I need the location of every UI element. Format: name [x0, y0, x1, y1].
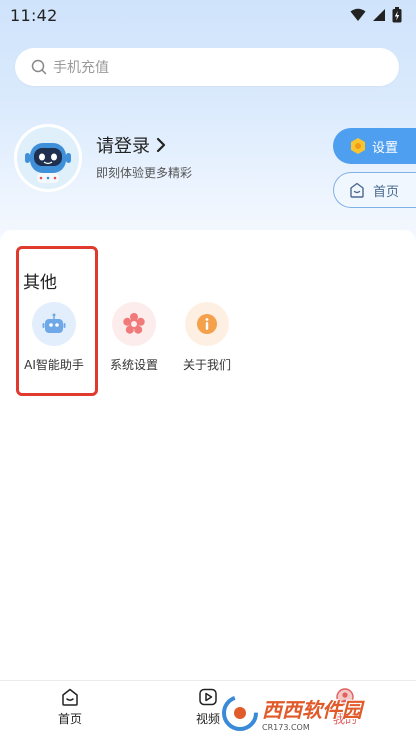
home-button[interactable]: 首页	[333, 172, 416, 208]
home-icon	[350, 182, 364, 198]
system-settings-item[interactable]: 系统设置	[94, 302, 174, 378]
status-bar: 11:42	[0, 0, 416, 30]
watermark-url: CR173.COM	[262, 723, 310, 732]
search-placeholder: 手机充值	[53, 60, 109, 76]
nav-item-home[interactable]: 首页	[35, 687, 105, 727]
settings-button[interactable]: 设置	[333, 128, 416, 164]
search-icon	[31, 59, 47, 75]
login-link[interactable]: 请登录	[96, 132, 166, 158]
highlight-annotation	[16, 246, 98, 396]
video-icon	[199, 688, 217, 706]
hexagon-settings-icon	[351, 138, 365, 154]
system-settings-label: 系统设置	[109, 358, 158, 372]
about-us-item[interactable]: 关于我们	[167, 302, 247, 378]
nav-label-video: 视频	[195, 712, 220, 726]
watermark-text: 西西软件园 CR173.COM	[262, 694, 362, 732]
chevron-right-icon	[156, 137, 166, 153]
battery-icon	[392, 7, 402, 23]
login-title: 请登录	[96, 136, 150, 157]
home-icon	[62, 688, 78, 706]
wifi-icon	[350, 8, 366, 21]
settings-label: 设置	[372, 140, 399, 156]
about-us-label: 关于我们	[182, 358, 231, 372]
status-icons	[350, 7, 402, 23]
search-input[interactable]: 手机充值	[15, 48, 399, 86]
home-label: 首页	[373, 184, 400, 200]
nav-label-home: 首页	[57, 712, 82, 726]
watermark-logo-icon	[222, 695, 258, 731]
robot-avatar-icon	[17, 127, 79, 189]
header-background	[0, 0, 416, 250]
flower-gear-icon	[112, 302, 156, 346]
avatar[interactable]	[14, 124, 82, 192]
signal-icon	[373, 9, 385, 21]
watermark-brand: 西西软件园	[262, 698, 362, 722]
login-subtitle: 即刻体验更多精彩	[96, 166, 193, 180]
watermark: 西西软件园 CR173.COM	[222, 690, 412, 736]
info-icon	[185, 302, 229, 346]
status-time: 11:42	[10, 5, 58, 25]
